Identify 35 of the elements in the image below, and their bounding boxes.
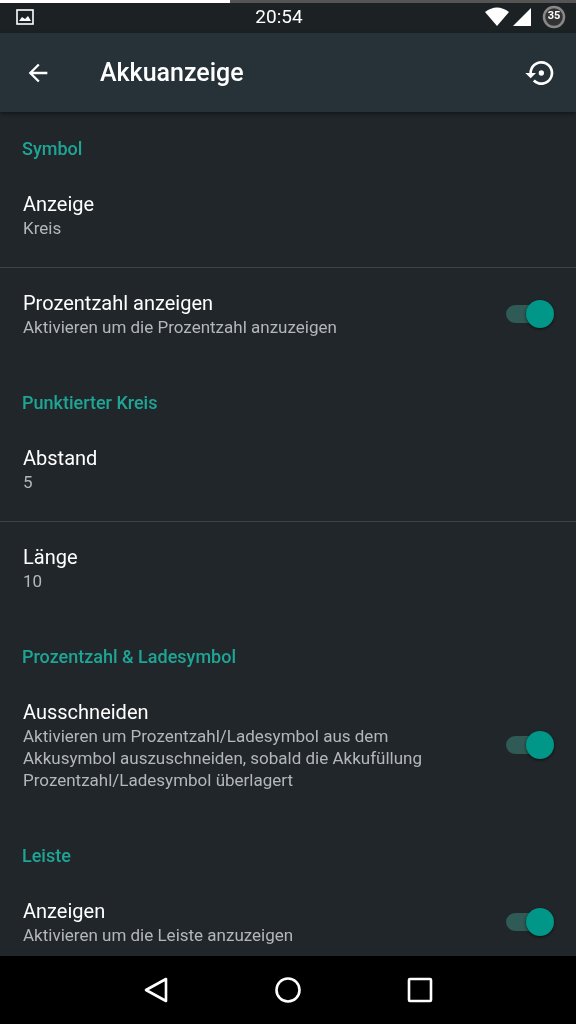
setting-row[interactable]: Länge 10 [0,522,576,620]
toggle-switch[interactable] [504,299,554,329]
setting-title: Abstand [23,445,99,471]
image-icon [16,8,34,25]
setting-row[interactable]: Ausschneiden Aktivieren um Prozentzahl/Ladesymbol aus dem Akkusymbol auszuschneiden, sobald die Akkufüllung Prozentzahl/Ladesymbol überlagert [0,677,576,819]
setting-row[interactable]: Abstand 5 [0,423,576,522]
recents-button[interactable] [407,977,434,1003]
section-header: Symbol [21,137,84,161]
setting-row[interactable]: Prozentzahl anzeigen Aktivieren um die Prozentzahl anzuzeigen [0,268,576,366]
setting-title: Anzeige [23,191,96,217]
setting-title: Prozentzahl anzeigen [23,290,215,316]
battery-level: 35 [546,9,562,22]
screen-title: Akkuanzeige [100,58,245,87]
section-header: Prozentzahl & Ladesymbol [21,645,237,669]
setting-summary: Kreis [23,217,63,239]
setting-summary: 10 [23,570,44,592]
battery-circle-icon [542,4,566,29]
setting-row[interactable]: Anzeigen Aktivieren um die Leiste anzuzeigen [0,876,576,956]
setting-summary: Aktivieren um die Prozentzahl anzuzeigen [23,316,338,338]
setting-title: Länge [23,544,79,570]
setting-summary: Aktivieren um Prozentzahl/Ladesymbol aus dem Akkusymbol auszuschneiden, sobald die Akkufüllung Prozentzahl/Ladesymbol überlagert [23,725,424,791]
home-button[interactable] [274,976,302,1004]
setting-title: Ausschneiden [23,699,150,725]
setting-summary: Aktivieren um die Leiste anzuzeigen [23,924,295,946]
section-header: Punktierter Kreis [21,391,159,415]
toggle-switch[interactable] [504,907,554,937]
back-nav-button[interactable] [142,976,169,1004]
setting-row[interactable]: Anzeige Kreis [0,169,576,268]
toggle-switch[interactable] [504,730,554,760]
wifi-icon [484,6,510,27]
setting-summary: 5 [23,471,34,493]
clock: 20:54 [254,5,304,28]
setting-title: Anzeigen [23,898,107,924]
section-header: Leiste [21,844,72,868]
signal-icon [512,6,532,27]
